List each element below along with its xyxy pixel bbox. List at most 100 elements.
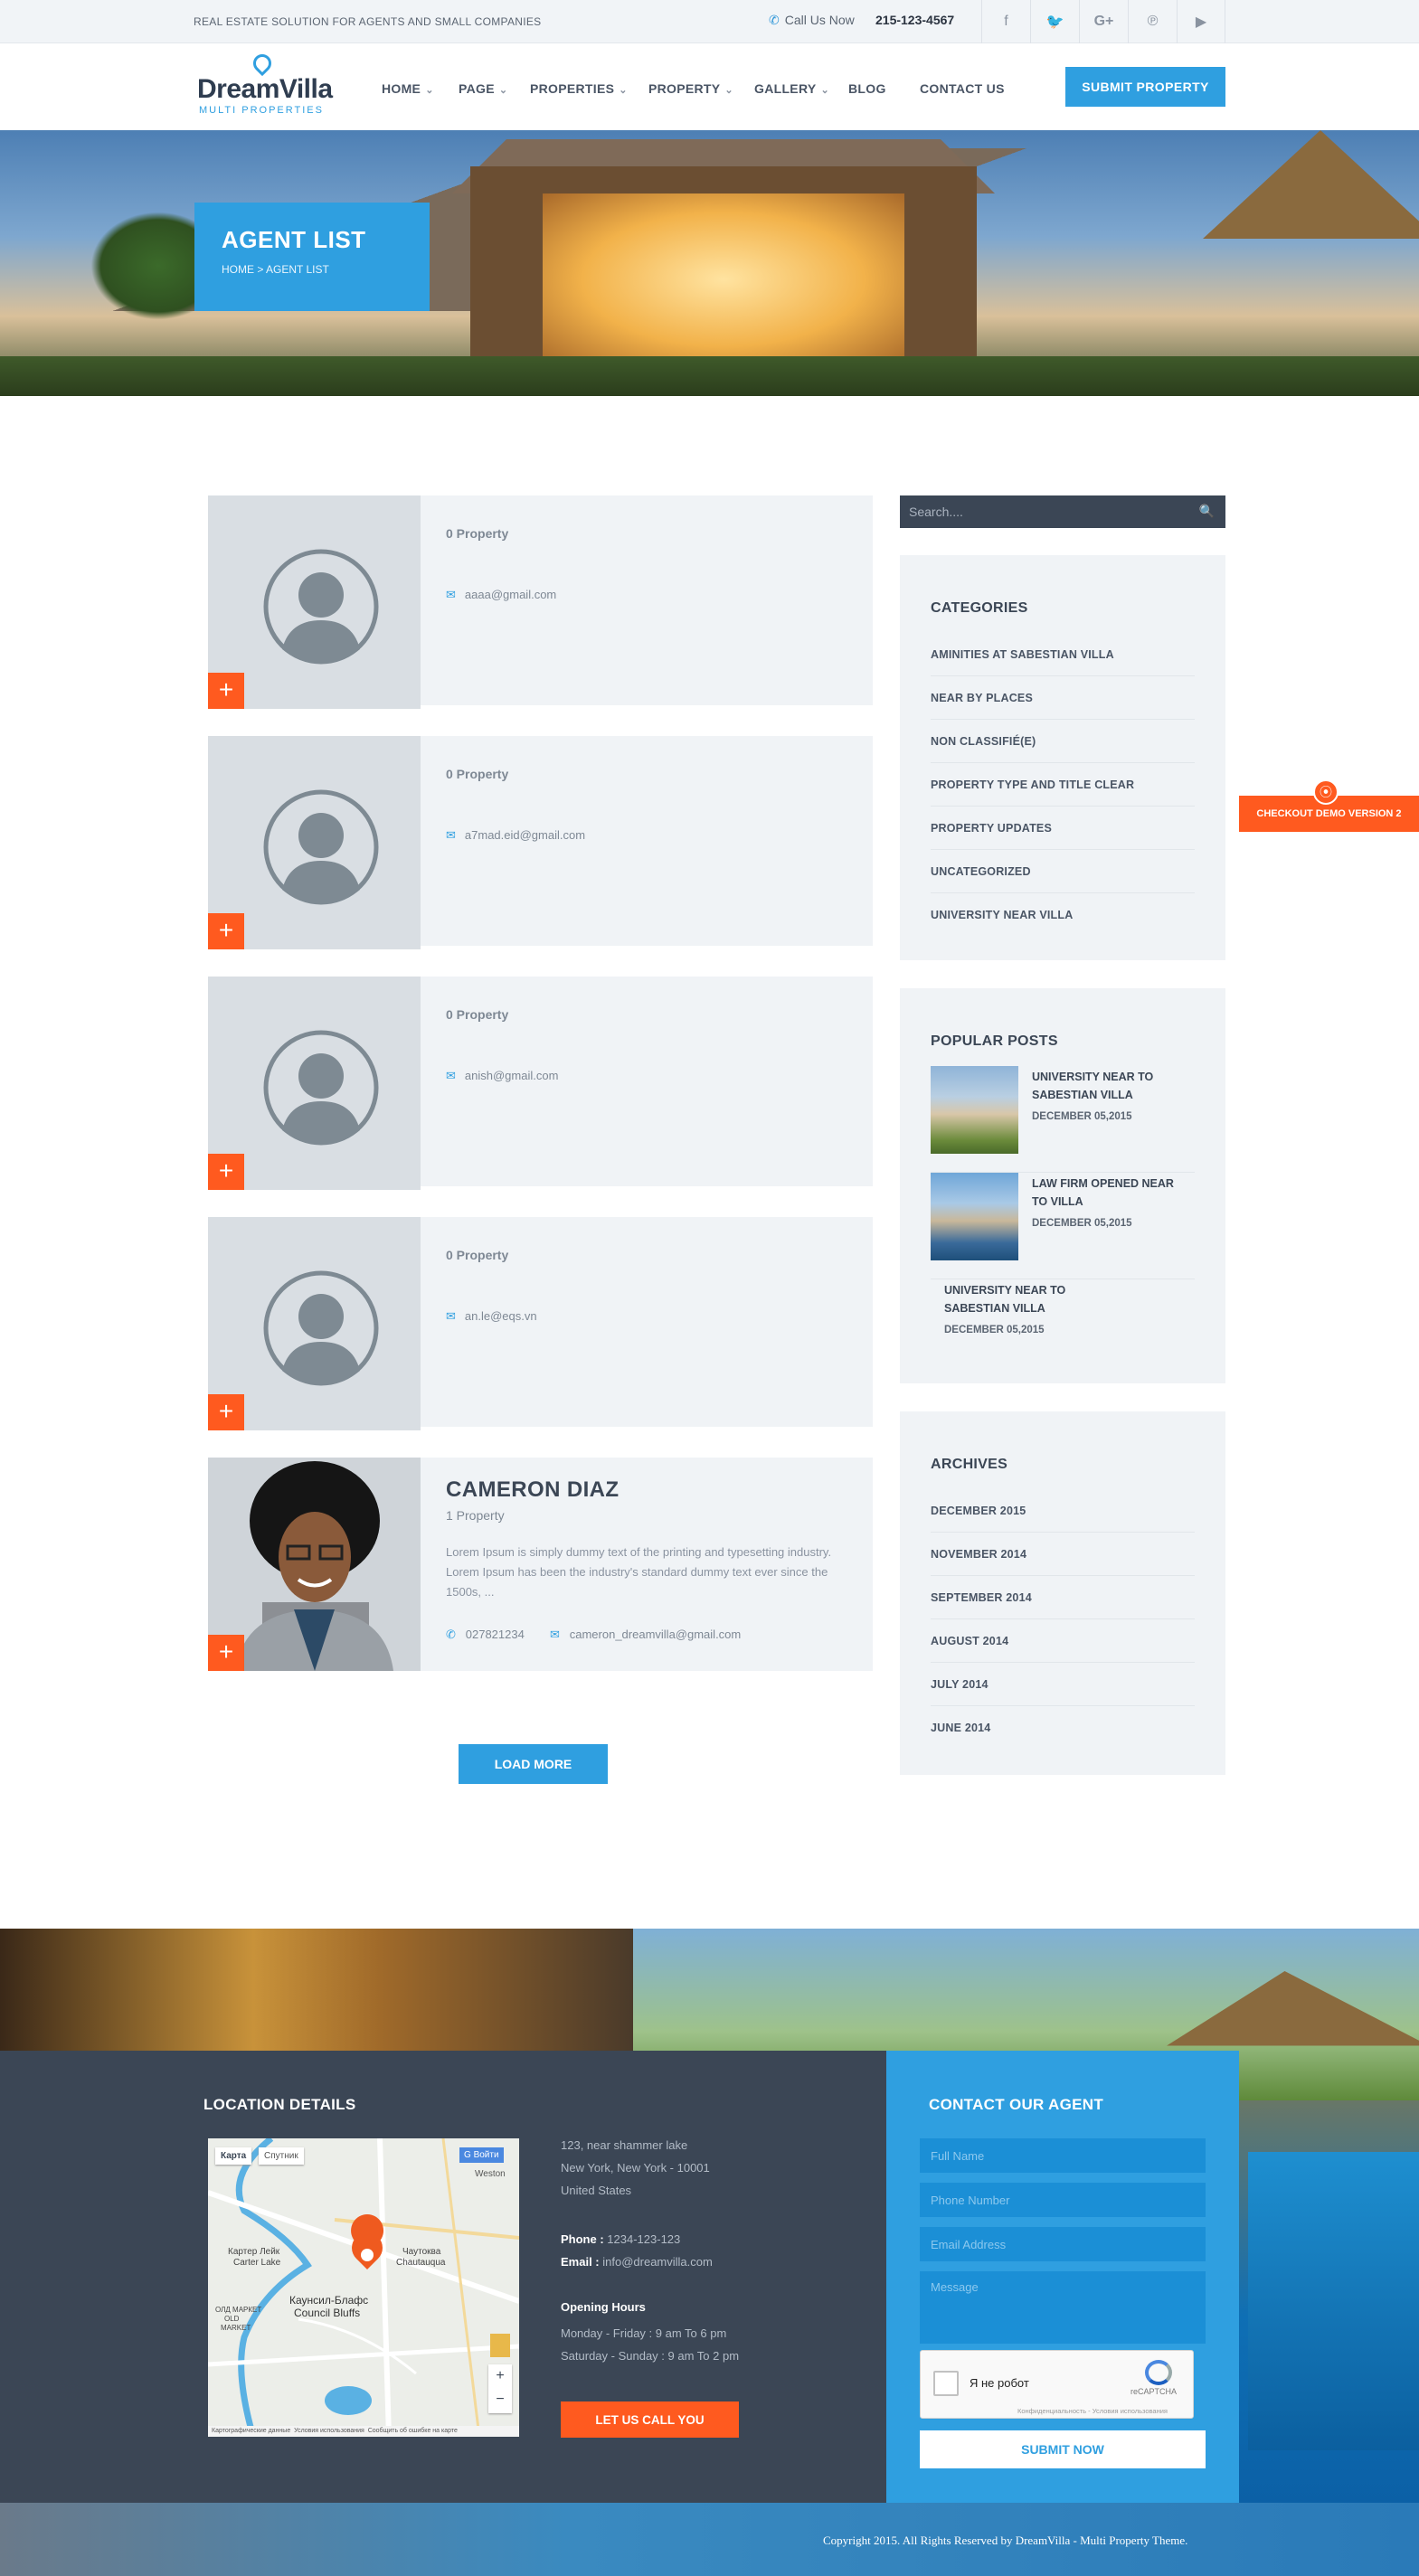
submit-now-button[interactable]: SUBMIT NOW: [920, 2430, 1206, 2468]
expand-plus-button[interactable]: +: [208, 1635, 244, 1671]
agent-card: + 0 Property ✉ an.le@eqs.vn: [208, 1217, 873, 1430]
category-item[interactable]: UNIVERSITY NEAR VILLA: [931, 893, 1195, 937]
footer-phone[interactable]: Phone : 1234-123-123: [561, 2232, 680, 2246]
map-label: Каунсил-Блафс: [289, 2294, 369, 2307]
map-signin-button[interactable]: G Войти: [459, 2147, 504, 2163]
category-item[interactable]: NEAR BY PLACES: [931, 676, 1195, 720]
agent-name[interactable]: CAMERON DIAZ: [446, 1477, 619, 1503]
post-date: DECEMBER 05,2015: [1032, 1111, 1132, 1122]
popular-posts-widget: POPULAR POSTS UNIVERSITY NEAR TO SABESTI…: [900, 988, 1225, 1383]
expand-plus-button[interactable]: +: [208, 673, 244, 709]
map-label: Чаутоква: [402, 2247, 441, 2257]
location-title: LOCATION DETAILS: [203, 2096, 356, 2113]
twitter-icon[interactable]: 🐦: [1030, 0, 1079, 43]
submit-property-button[interactable]: SUBMIT PROPERTY: [1065, 67, 1225, 107]
archive-item[interactable]: NOVEMBER 2014: [931, 1533, 1195, 1576]
google-map[interactable]: Карта Спутник G Войти Weston Картер Лейк…: [208, 2138, 519, 2437]
category-item[interactable]: NON CLASSIFIÉ(E): [931, 720, 1195, 763]
envelope-icon: ✉: [446, 1069, 456, 1082]
captcha-checkbox[interactable]: [933, 2371, 959, 2396]
map-footer-links[interactable]: Картографические данные Условия использо…: [212, 2428, 458, 2434]
message-field[interactable]: [920, 2271, 1206, 2344]
post-title[interactable]: UNIVERSITY NEAR TO SABESTIAN VILLA: [944, 1281, 1098, 1317]
load-more-button[interactable]: LOAD MORE: [459, 1744, 608, 1784]
captcha-links[interactable]: Конфиденциальность - Условия использован…: [1017, 2407, 1168, 2415]
recaptcha-widget: Я не робот reCAPTCHA Конфиденциальность …: [920, 2350, 1194, 2419]
expand-plus-button[interactable]: +: [208, 1154, 244, 1190]
nav-item-properties[interactable]: PROPERTIES ⌄: [530, 81, 628, 96]
let-us-call-you-button[interactable]: LET US CALL YOU: [561, 2401, 739, 2438]
map-canvas: [208, 2138, 519, 2437]
facebook-icon[interactable]: f: [981, 0, 1030, 43]
agent-email[interactable]: ✉ an.le@eqs.vn: [446, 1309, 537, 1324]
user-placeholder-icon: [263, 1270, 379, 1386]
expand-plus-button[interactable]: +: [208, 1394, 244, 1430]
map-label: MARKET: [221, 2324, 251, 2332]
post-item[interactable]: UNIVERSITY NEAR TO SABESTIAN VILLA DECEM…: [931, 1279, 1195, 1386]
archive-item[interactable]: AUGUST 2014: [931, 1619, 1195, 1663]
category-item[interactable]: PROPERTY TYPE AND TITLE CLEAR: [931, 763, 1195, 807]
categories-title: CATEGORIES: [931, 600, 1028, 616]
street-view-icon[interactable]: [490, 2334, 510, 2357]
user-placeholder-icon: [263, 1030, 379, 1146]
archive-item[interactable]: DECEMBER 2015: [931, 1489, 1195, 1533]
logo[interactable]: DreamVilla MULTI PROPERTIES: [197, 50, 333, 118]
youtube-icon[interactable]: ▶: [1177, 0, 1225, 43]
google-plus-icon[interactable]: G+: [1079, 0, 1128, 43]
page-title: AGENT LIST: [222, 226, 366, 253]
post-thumbnail[interactable]: [931, 1066, 1018, 1154]
pinterest-icon[interactable]: ℗: [1128, 0, 1177, 43]
post-title[interactable]: LAW FIRM OPENED NEAR TO VILLA: [1032, 1175, 1186, 1211]
agent-email[interactable]: ✉ anish@gmail.com: [446, 1069, 558, 1083]
captcha-label: Я не робот: [970, 2376, 1029, 2390]
expand-plus-button[interactable]: +: [208, 913, 244, 949]
post-date: DECEMBER 05,2015: [944, 1325, 1045, 1335]
zoom-controls[interactable]: + −: [488, 2364, 512, 2413]
nav-item-page[interactable]: PAGE ⌄: [459, 81, 507, 96]
location-details-panel: LOCATION DETAILS Карта Спутник G Войти W…: [0, 2051, 886, 2503]
search-input[interactable]: [900, 495, 1189, 528]
hours-line: Monday - Friday : 9 am To 6 pm: [561, 2326, 727, 2340]
nav-item-property[interactable]: PROPERTY ⌄: [648, 81, 733, 96]
agent-email[interactable]: ✉ cameron_dreamvilla@gmail.com: [550, 1628, 741, 1642]
chevron-down-icon: ⌄: [619, 85, 628, 96]
map-label: Weston: [475, 2169, 506, 2179]
map-tab-satellite[interactable]: Спутник: [259, 2147, 304, 2165]
phone-icon: ✆: [769, 13, 780, 27]
phone-field[interactable]: [920, 2183, 1206, 2217]
recaptcha-icon: [1145, 2360, 1172, 2385]
nav-item-contact[interactable]: CONTACT US: [920, 81, 1005, 96]
post-thumbnail[interactable]: [931, 1173, 1018, 1260]
agent-phone[interactable]: ✆ 027821234: [446, 1628, 525, 1642]
agent-email[interactable]: ✉ a7mad.eid@gmail.com: [446, 828, 585, 843]
page-title-box: AGENT LIST HOME > AGENT LIST: [194, 203, 430, 311]
agent-email[interactable]: ✉ aaaa@gmail.com: [446, 588, 556, 602]
search-icon[interactable]: 🔍: [1199, 504, 1215, 519]
breadcrumb[interactable]: HOME > AGENT LIST: [222, 263, 402, 276]
envelope-icon: ✉: [446, 588, 456, 601]
full-name-field[interactable]: [920, 2138, 1206, 2173]
nav-item-home[interactable]: HOME ⌄: [382, 81, 434, 96]
archive-item[interactable]: SEPTEMBER 2014: [931, 1576, 1195, 1619]
email-field[interactable]: [920, 2227, 1206, 2261]
category-item[interactable]: UNCATEGORIZED: [931, 850, 1195, 893]
top-bar: REAL ESTATE SOLUTION FOR AGENTS AND SMAL…: [0, 0, 1419, 43]
nav-item-gallery[interactable]: GALLERY ⌄: [754, 81, 829, 96]
category-item[interactable]: AMINITIES AT SABESTIAN VILLA: [931, 633, 1195, 676]
archive-item[interactable]: JULY 2014: [931, 1663, 1195, 1706]
footer-email[interactable]: Email : info@dreamvilla.com: [561, 2255, 713, 2269]
address-line: New York, New York - 10001: [561, 2161, 710, 2175]
archive-item[interactable]: JUNE 2014: [931, 1706, 1195, 1750]
map-tab-map[interactable]: Карта: [215, 2147, 252, 2165]
map-pin-icon: ⦿: [1313, 779, 1339, 805]
envelope-icon: ✉: [550, 1628, 560, 1641]
nav-item-blog[interactable]: BLOG: [848, 81, 886, 96]
post-item[interactable]: LAW FIRM OPENED NEAR TO VILLA DECEMBER 0…: [931, 1173, 1195, 1279]
category-item[interactable]: PROPERTY UPDATES: [931, 807, 1195, 850]
post-item[interactable]: UNIVERSITY NEAR TO SABESTIAN VILLA DECEM…: [931, 1066, 1195, 1173]
topbar-phone[interactable]: 215-123-4567: [875, 13, 954, 27]
chevron-down-icon: ⌄: [724, 85, 733, 96]
post-title[interactable]: UNIVERSITY NEAR TO SABESTIAN VILLA: [1032, 1068, 1186, 1104]
agent-property-count: 0 Property: [446, 767, 509, 781]
captcha-brand: reCAPTCHA: [1130, 2387, 1178, 2396]
